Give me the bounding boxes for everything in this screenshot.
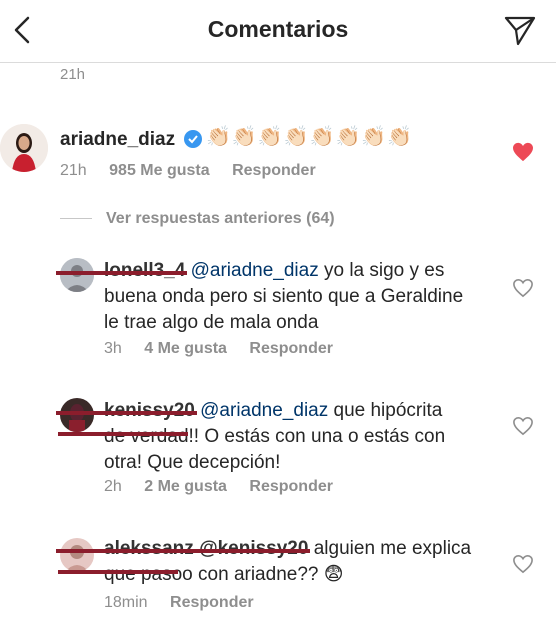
- reply-text: lonell3_4 @ariadne_diaz yo la sigo y es …: [56, 258, 494, 336]
- avatar[interactable]: [60, 398, 94, 432]
- verified-badge-icon: [184, 130, 202, 148]
- reply-meta: 3h 4 Me gusta Responder: [104, 340, 351, 358]
- comment-time: 21h: [60, 162, 87, 179]
- reply-meta: 2h 2 Me gusta Responder: [104, 478, 351, 496]
- mention-link[interactable]: @ariadne_diaz: [191, 260, 319, 281]
- liked-heart-icon[interactable]: [512, 142, 534, 162]
- reply-time: 2h: [104, 478, 122, 495]
- heart-outline-icon[interactable]: [512, 416, 534, 436]
- comment-text: 👏🏻👏🏻👏🏻👏🏻👏🏻👏🏻👏🏻👏🏻: [206, 126, 414, 148]
- view-previous-replies[interactable]: Ver respuestas anteriores (64): [60, 210, 335, 228]
- view-previous-label: Ver respuestas anteriores (64): [106, 210, 335, 227]
- reply-username[interactable]: lonell3_4: [56, 260, 188, 281]
- reply-text: alekssanz @kenissy20 alguien me explica …: [56, 536, 494, 588]
- heart-outline-icon[interactable]: [512, 278, 534, 298]
- likes-count[interactable]: 4 Me gusta: [144, 340, 227, 357]
- comment-meta: 21h 985 Me gusta Responder: [60, 162, 334, 180]
- reply-time: 18min: [104, 594, 148, 611]
- likes-count[interactable]: 985 Me gusta: [109, 162, 209, 179]
- reply-button[interactable]: Responder: [249, 478, 333, 495]
- reply-time: 3h: [104, 340, 122, 357]
- likes-count[interactable]: 2 Me gusta: [144, 478, 227, 495]
- reply-button[interactable]: Responder: [232, 162, 316, 179]
- reply-text: kenissy20 @ariadne_diaz que hipócrita de…: [56, 398, 494, 476]
- mention-link[interactable]: @ariadne_diaz: [200, 400, 328, 421]
- reply-button[interactable]: Responder: [170, 594, 254, 611]
- main-comment: ariadne_diaz 👏🏻👏🏻👏🏻👏🏻👏🏻👏🏻👏🏻👏🏻 21h 985 Me…: [0, 112, 556, 192]
- divider-line: [60, 218, 92, 220]
- page-title: Comentarios: [207, 16, 349, 42]
- avatar[interactable]: [60, 258, 94, 292]
- header-bar: Comentarios: [0, 0, 556, 63]
- reply-meta: 18min Responder: [104, 594, 272, 612]
- reply-username[interactable]: alekssanz @kenissy20: [56, 538, 311, 559]
- reply-username[interactable]: kenissy20: [56, 400, 197, 421]
- reply-button[interactable]: Responder: [249, 340, 333, 357]
- send-icon[interactable]: [502, 12, 538, 48]
- heart-outline-icon[interactable]: [512, 554, 534, 574]
- avatar[interactable]: [60, 538, 94, 572]
- comment-username[interactable]: ariadne_diaz: [60, 129, 175, 151]
- previous-timestamp: 21h: [60, 66, 86, 83]
- avatar[interactable]: [0, 124, 48, 172]
